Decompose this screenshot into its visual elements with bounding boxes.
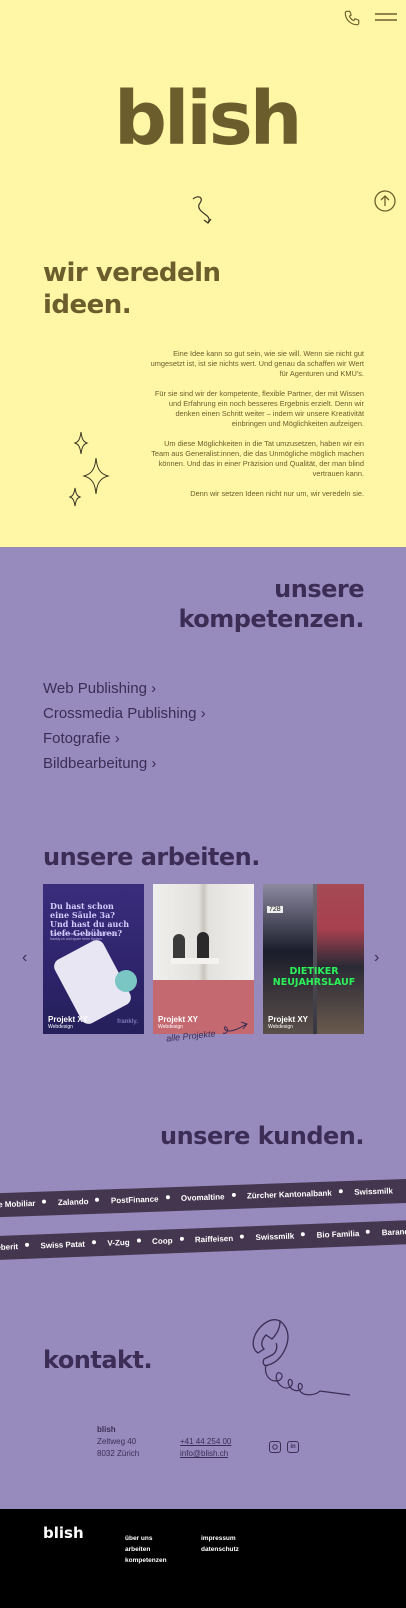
kompetenz-link-web-publishing[interactable]: Web Publishing › [43, 676, 206, 701]
kompetenz-link-bildbearbeitung[interactable]: Bildbearbeitung › [43, 751, 206, 776]
clients-band-1: Die Mobiliar Zalando PostFinance Ovomalt… [0, 1178, 406, 1218]
arrow-right-icon [222, 1021, 248, 1034]
client-name: Coop [151, 1236, 173, 1247]
client-name: Swissmilk [255, 1231, 295, 1243]
swirl-arrow-icon [192, 196, 212, 224]
phone-link[interactable]: +41 44 254 00 [180, 1436, 231, 1448]
separator-dot [301, 1231, 306, 1237]
table-figure [171, 958, 219, 964]
project-card[interactable]: Du hast schon eine Säule 3a? Und hast du… [43, 884, 144, 1034]
kompetenz-link-crossmedia-publishing[interactable]: Crossmedia Publishing › [43, 701, 206, 726]
kontakt-title: kontakt. [43, 1346, 153, 1374]
event-line1: DIETIKER [289, 966, 339, 977]
footer-nav-column-1: über uns arbeiten kompetenzen [125, 1533, 167, 1566]
separator-dot [95, 1197, 100, 1202]
linkedin-icon[interactable]: in [287, 1441, 299, 1453]
runner-photo [317, 884, 364, 1034]
contact-links: +41 44 254 00 info@blish.ch [180, 1436, 231, 1460]
carousel-prev-button[interactable]: ‹ [22, 949, 27, 967]
footer-link-ueber-uns[interactable]: über uns [125, 1533, 167, 1544]
separator-dot [231, 1192, 236, 1197]
social-links: in [269, 1441, 299, 1453]
card-brand: frankly. [117, 1019, 138, 1025]
client-name: Ovomaltine [180, 1192, 225, 1203]
client-name: Raiffeisen [194, 1233, 234, 1245]
card-subtitle: Webdesign [158, 1024, 183, 1030]
card-body: Teste jetzt, unseren Vergleichsrechner a… [50, 932, 116, 941]
arbeiten-title: unsere arbeiten. [43, 843, 260, 871]
separator-dot [91, 1239, 97, 1245]
kompetenzen-title-line2: kompetenzen. [178, 605, 364, 633]
footer-logo[interactable]: blish [43, 1524, 84, 1542]
client-name: Geberit [0, 1242, 19, 1253]
intro-paragraph: Eine Idee kann so gut sein, wie sie will… [150, 349, 364, 378]
carousel-next-button[interactable]: › [374, 949, 379, 967]
separator-dot [42, 1199, 47, 1204]
clients-band-2: Geberit Swiss Patat V-Zug Coop Raiffeise… [0, 1219, 406, 1261]
client-name: Zalando [57, 1197, 89, 1208]
kompetenzen-title: unsere kompetenzen. [178, 574, 364, 634]
percent-badge [115, 970, 137, 992]
hero-section: blish wir veredeln ideen. Eine Idee kann… [0, 0, 406, 547]
card-subtitle: Webdesign [268, 1024, 293, 1030]
card-subtitle: Webdesign [48, 1024, 73, 1030]
kompetenzen-title-line1: unsere [274, 575, 364, 603]
card-meta: Projekt XY Webdesign [158, 1015, 198, 1030]
instagram-icon[interactable] [269, 1441, 281, 1453]
phone-icon[interactable] [343, 9, 361, 27]
email-link[interactable]: info@blish.ch [180, 1448, 231, 1460]
hero-tagline: wir veredeln ideen. [43, 257, 221, 321]
separator-dot [24, 1242, 30, 1247]
footer-nav-column-2: impressum datenschutz [201, 1533, 239, 1555]
main-purple-section: unsere kompetenzen. Web Publishing › Cro… [0, 547, 406, 1509]
separator-dot [165, 1195, 170, 1200]
card-meta: Projekt XY Webdesign [48, 1015, 88, 1030]
kompetenzen-list: Web Publishing › Crossmedia Publishing ›… [43, 676, 206, 776]
client-name: Bio Familia [316, 1229, 360, 1240]
separator-dot [136, 1238, 141, 1243]
card-title: Projekt XY [48, 1015, 89, 1024]
card-meta: Projekt XY Webdesign [268, 1015, 308, 1030]
footer-link-kompetenzen[interactable]: kompetenzen [125, 1555, 167, 1566]
separator-dot [366, 1229, 371, 1234]
city: 8032 Zürich [97, 1449, 140, 1458]
footer-link-datenschutz[interactable]: datenschutz [201, 1544, 239, 1555]
hero-logo: blish [114, 76, 302, 162]
kompetenz-link-fotografie[interactable]: Fotografie › [43, 726, 206, 751]
client-name: Swissmilk [354, 1186, 394, 1197]
intro-paragraph: Denn wir setzen Ideen nicht nur um, wir … [190, 489, 364, 498]
address-block: blish Zeltweg 40 8032 Zürich [97, 1424, 139, 1460]
client-name: Barandun [381, 1226, 406, 1238]
client-name: PostFinance [110, 1194, 159, 1206]
separator-dot [239, 1234, 245, 1239]
client-name: Zürcher Kantonalbank [246, 1188, 332, 1201]
client-name: V-Zug [107, 1237, 130, 1248]
client-name: Die Mobiliar [0, 1198, 36, 1210]
scroll-up-icon[interactable] [374, 190, 396, 212]
tagline-line1: wir veredeln [43, 258, 221, 288]
event-line2: NEUJAHRSLAUF [272, 977, 356, 988]
hamburger-menu-icon[interactable] [374, 11, 398, 23]
company-name: blish [97, 1425, 116, 1434]
footer-link-arbeiten[interactable]: arbeiten [125, 1544, 167, 1555]
intro-paragraph: Für sie sind wir der kompetente, flexibl… [154, 389, 364, 428]
card-title: Projekt XY [268, 1015, 309, 1024]
footer-link-impressum[interactable]: impressum [201, 1533, 239, 1544]
street: Zeltweg 40 [97, 1437, 137, 1446]
project-card[interactable]: Projekt XY Webdesign [153, 884, 254, 1034]
sparkles-icon [68, 431, 110, 507]
kunden-title: unsere kunden. [160, 1122, 365, 1150]
separator-dot [338, 1188, 343, 1194]
event-title: DIETIKER NEUJAHRSLAUF [269, 966, 359, 988]
intro-text: Eine Idee kann so gut sein, wie sie will… [146, 349, 364, 509]
footer: blish über uns arbeiten kompetenzen impr… [0, 1509, 406, 1608]
project-card[interactable]: 728 DIETIKER NEUJAHRSLAUF Projekt XY Web… [263, 884, 364, 1034]
card-title: Projekt XY [158, 1015, 199, 1024]
client-name: Swiss Patat [40, 1239, 86, 1251]
tagline-line2: ideen. [43, 290, 132, 320]
intro-paragraph: Um diese Möglichkeiten in die Tat umzuse… [151, 439, 364, 478]
telephone-handset-illustration [252, 1319, 351, 1396]
race-bib: 728 [267, 906, 283, 913]
separator-dot [179, 1236, 184, 1241]
